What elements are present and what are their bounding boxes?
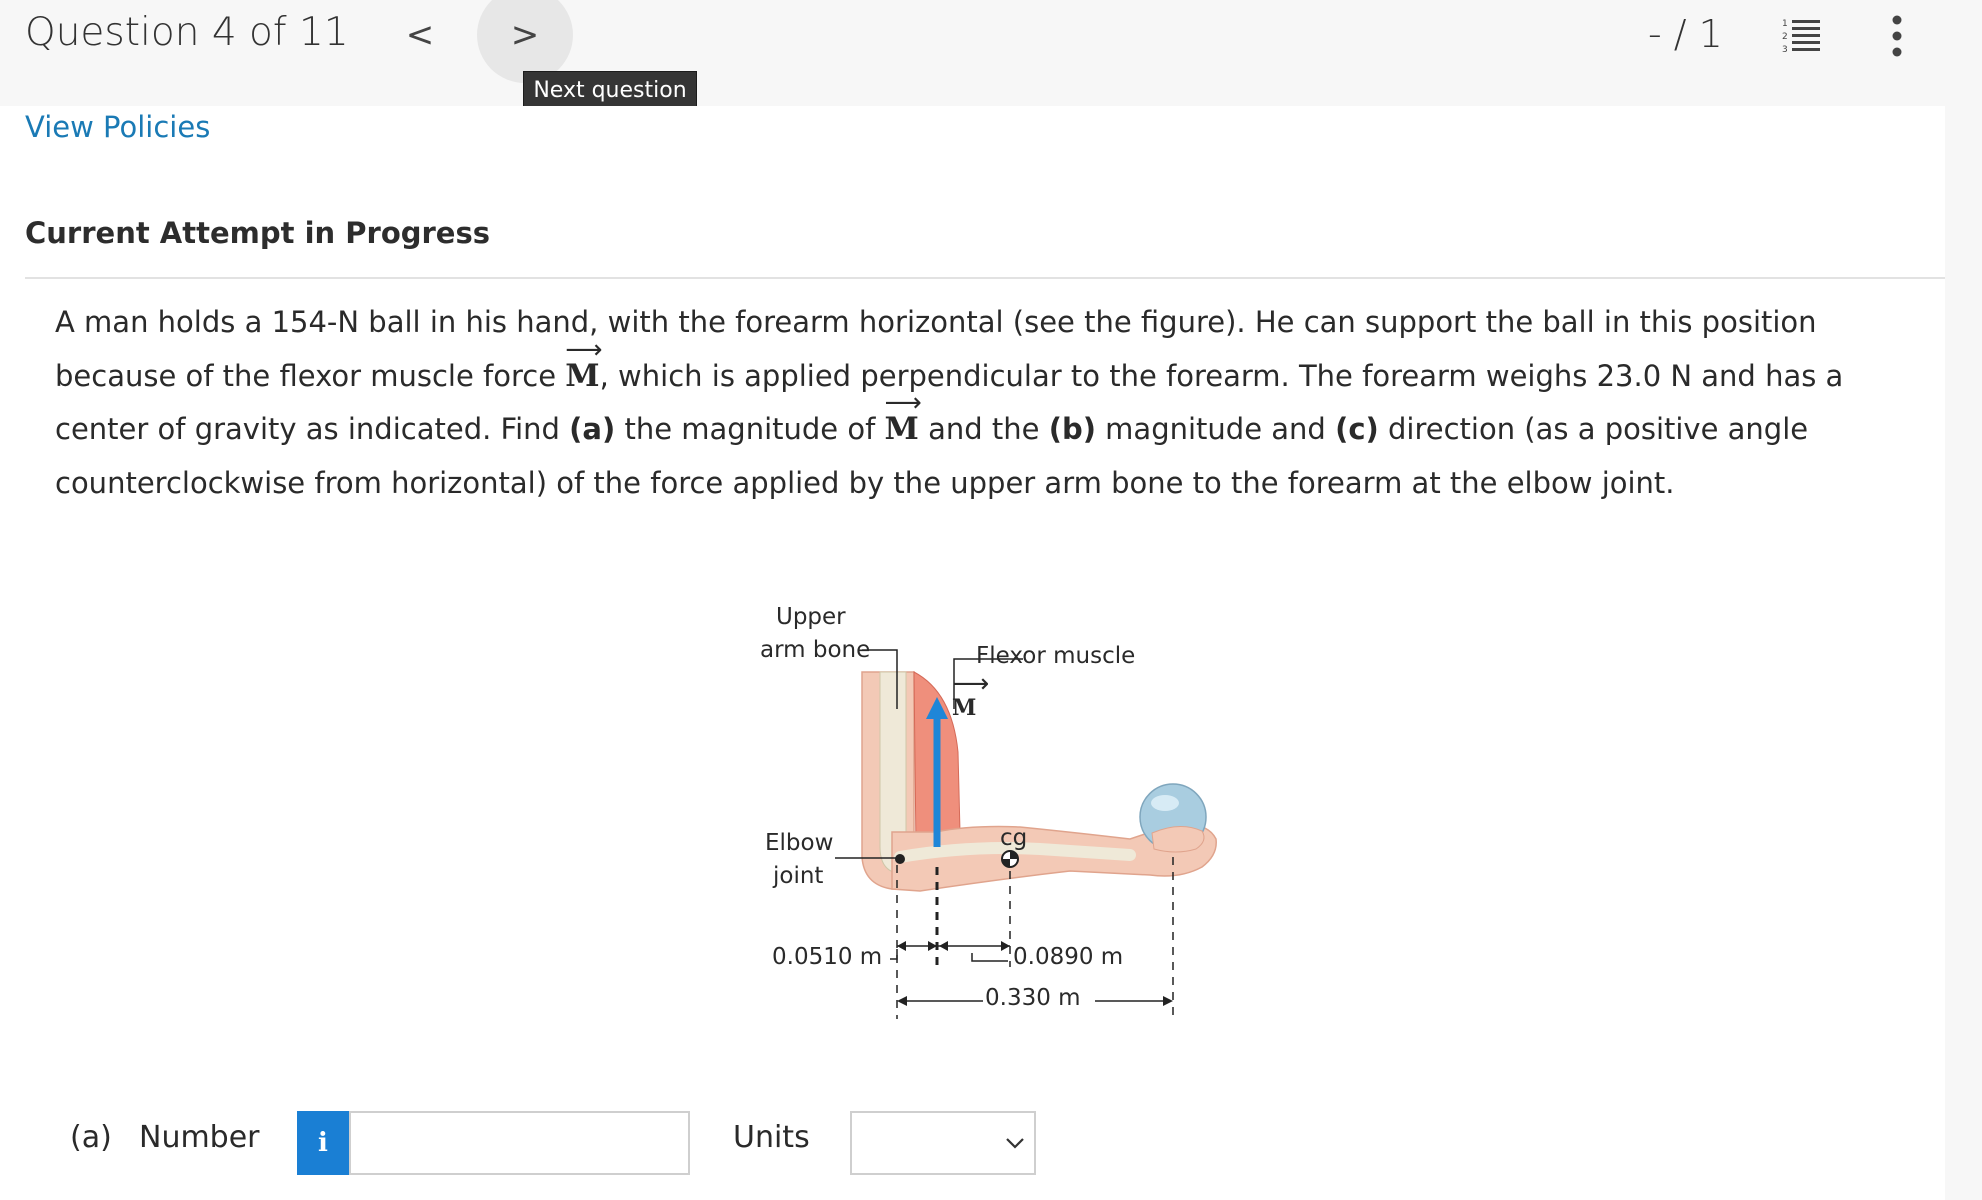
vector-m-symbol: M bbox=[565, 324, 600, 404]
elbow-label-line1: Elbow bbox=[765, 830, 834, 856]
question-title: Question 4 of 11 bbox=[25, 10, 349, 55]
forearm-figure: Upper arm bone Flexor muscle M cg Elbow … bbox=[740, 487, 1240, 1027]
number-input[interactable] bbox=[349, 1111, 690, 1175]
distance-0-0890-label: 0.0890 m bbox=[1013, 944, 1124, 970]
distance-0-330-label: 0.330 m bbox=[985, 985, 1081, 1011]
part-a-label: (a) bbox=[70, 1120, 112, 1155]
problem-statement: A man holds a 154-N ball in his hand, wi… bbox=[55, 296, 1935, 510]
svg-text:1: 1 bbox=[1782, 19, 1788, 29]
view-policies-link[interactable]: View Policies bbox=[25, 110, 210, 144]
units-label: Units bbox=[733, 1120, 810, 1155]
top-bar: Question 4 of 11 < > Next question - / 1… bbox=[0, 0, 1982, 110]
units-select[interactable] bbox=[850, 1111, 1036, 1175]
chevron-down-icon bbox=[1006, 1138, 1024, 1149]
next-question-tooltip: Next question bbox=[523, 71, 697, 110]
muscle-force-label: M bbox=[952, 669, 977, 721]
chevron-left-icon: < bbox=[405, 15, 435, 55]
muscle-force-symbol: M bbox=[952, 669, 977, 721]
info-icon[interactable]: i bbox=[297, 1111, 349, 1175]
upper-arm-label-line1: Upper bbox=[776, 604, 846, 630]
distance-0-0510-label: 0.0510 m bbox=[772, 944, 883, 970]
chevron-right-icon: > bbox=[510, 15, 540, 55]
more-vertical-icon[interactable] bbox=[1880, 14, 1914, 58]
previous-question-button[interactable]: < bbox=[400, 12, 440, 58]
elbow-label-line2: joint bbox=[773, 863, 824, 889]
part-a-marker: (a) bbox=[569, 412, 616, 446]
score-display: - / 1 bbox=[1648, 12, 1723, 56]
attempt-heading: Current Attempt in Progress bbox=[25, 216, 490, 250]
numbered-list-icon[interactable]: 1 2 3 bbox=[1780, 16, 1824, 56]
number-label: Number bbox=[139, 1120, 260, 1155]
problem-text-4: and the bbox=[918, 412, 1049, 446]
cg-label: cg bbox=[1000, 825, 1028, 851]
upper-arm-label-line2: arm bone bbox=[760, 637, 871, 663]
problem-text-3: the magnitude of bbox=[615, 412, 885, 446]
answer-row-a: (a) Number i Units bbox=[0, 1100, 1945, 1200]
svg-text:2: 2 bbox=[1782, 32, 1788, 42]
part-b-marker: (b) bbox=[1048, 412, 1096, 446]
problem-text-5: magnitude and bbox=[1095, 412, 1336, 446]
vector-m-symbol-2: M bbox=[885, 377, 920, 457]
svg-text:3: 3 bbox=[1782, 45, 1788, 55]
flexor-muscle-label: Flexor muscle bbox=[976, 643, 1136, 669]
part-c-marker: (c) bbox=[1335, 412, 1379, 446]
divider bbox=[25, 277, 1945, 279]
